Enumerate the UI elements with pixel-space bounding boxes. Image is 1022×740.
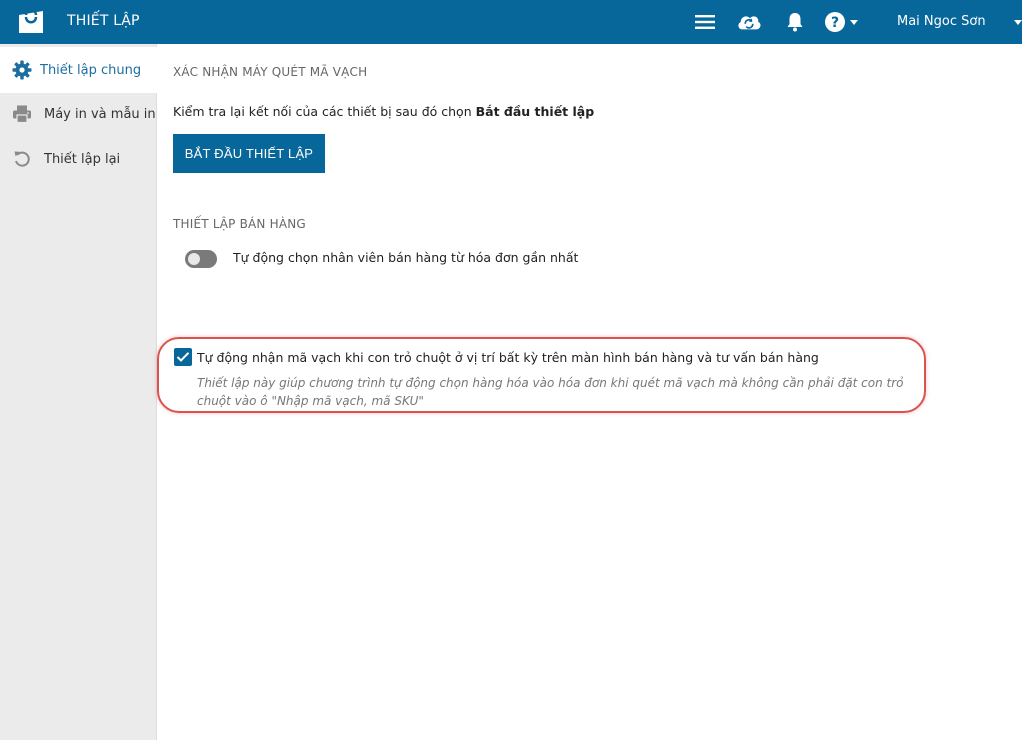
chevron-down-icon[interactable] [1014,20,1022,25]
start-setup-button[interactable]: BẮT ĐẦU THIẾT LẬP [173,134,325,173]
shopping-bag-icon[interactable] [16,8,46,36]
sales-section-title: THIẾT LẬP BÁN HÀNG [173,217,306,231]
auto-barcode-checkbox[interactable] [174,348,192,366]
top-bar: THIẾT LẬP ? Mai Ngoc Sơn [0,0,1022,44]
help-icon: ? [825,12,845,32]
sidebar: Thiết lập chung Máy in và mẫu in Thiết l… [0,44,157,740]
checkmark-icon [176,352,190,362]
sidebar-item-label: Thiết lập chung [40,62,142,78]
scanner-section-title: XÁC NHẬN MÁY QUÉT MÃ VẠCH [173,65,368,79]
bell-icon[interactable] [783,10,807,34]
scanner-hint: Kiểm tra lại kết nối của các thiết bị sa… [173,104,594,119]
auto-select-staff-label: Tự động chọn nhân viên bán hàng từ hóa đ… [233,250,579,265]
cloud-sync-icon[interactable] [737,10,761,34]
auto-barcode-label: Tự động nhận mã vạch khi con trỏ chuột ở… [197,350,819,365]
svg-text:?: ? [831,15,839,31]
chevron-down-icon [850,19,858,25]
sidebar-item-reset[interactable]: Thiết lập lại [0,136,157,182]
sidebar-item-label: Máy in và mẫu in [44,106,156,122]
menu-icon[interactable] [693,10,717,34]
toggle-knob [188,253,200,265]
auto-barcode-description: Thiết lập này giúp chương trình tự động … [197,376,904,408]
page-title: THIẾT LẬP [67,13,140,29]
sidebar-item-printers[interactable]: Máy in và mẫu in [0,91,157,137]
gear-icon [11,59,33,81]
reset-icon [11,148,33,170]
help-dropdown[interactable]: ? [824,10,858,34]
sidebar-item-label: Thiết lập lại [44,151,121,167]
auto-select-staff-toggle[interactable] [185,250,217,268]
scanner-hint-text: Kiểm tra lại kết nối của các thiết bị sa… [173,104,476,119]
printer-icon [11,103,33,125]
user-menu[interactable]: Mai Ngoc Sơn [897,14,986,29]
sidebar-item-general[interactable]: Thiết lập chung [0,47,157,93]
scanner-hint-bold: Bắt đầu thiết lập [475,104,595,119]
